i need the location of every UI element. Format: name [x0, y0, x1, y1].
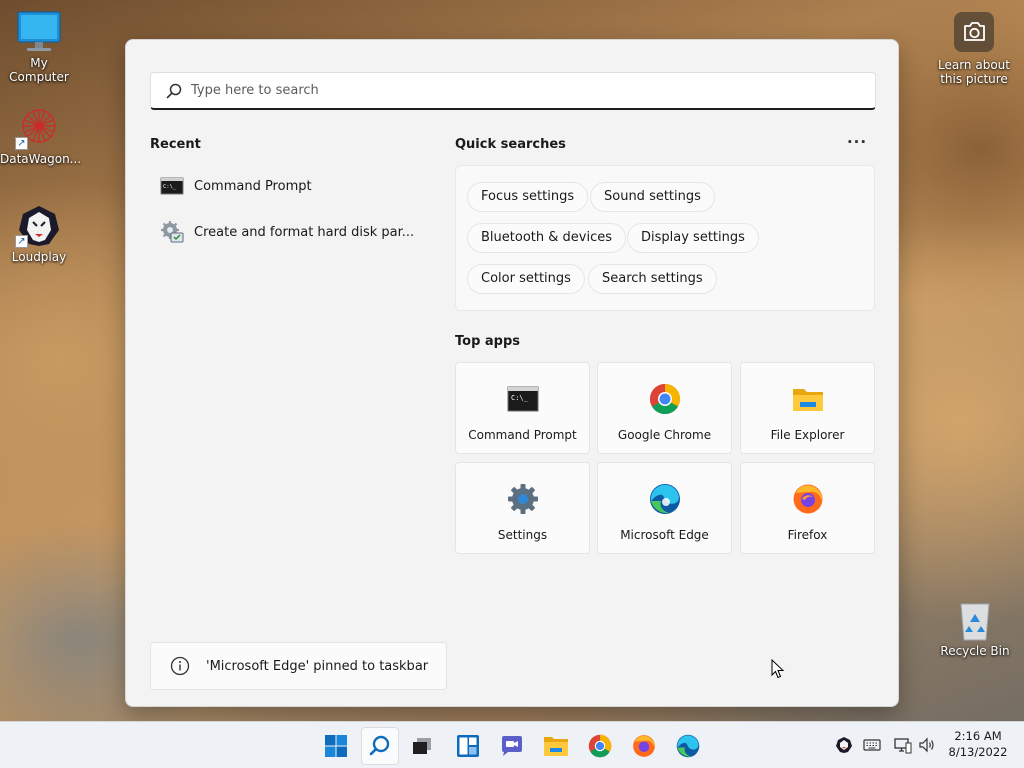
- learn-line-2: this picture: [940, 72, 1008, 86]
- chip-sound-settings[interactable]: Sound settings: [590, 182, 715, 212]
- task-view-button[interactable]: [403, 727, 441, 765]
- widgets-icon: [457, 735, 479, 757]
- firefox-icon: [633, 735, 655, 757]
- desktop-icon-datawagon[interactable]: ↗ DataWagon...: [0, 106, 82, 166]
- firefox-icon: [793, 484, 822, 514]
- desktop-icon-recycle-bin[interactable]: Recycle Bin: [936, 598, 1014, 658]
- chip-focus-settings[interactable]: Focus settings: [467, 182, 589, 212]
- chip-search-settings[interactable]: Search settings: [588, 264, 717, 294]
- taskbar: 2:16 AM 8/13/2022: [0, 721, 1024, 768]
- windows-start-icon: [325, 735, 347, 757]
- info-icon: [170, 656, 190, 676]
- app-tile-microsoft-edge[interactable]: Microsoft Edge: [597, 462, 732, 554]
- desktop-icon-label: Loudplay: [11, 250, 67, 264]
- app-tile-label: Command Prompt: [468, 428, 577, 442]
- chat-button[interactable]: [493, 727, 531, 765]
- recent-item-command-prompt[interactable]: C:\_ Command Prompt: [150, 168, 410, 204]
- app-tile-label: File Explorer: [770, 428, 845, 442]
- chrome-taskbar-button[interactable]: [581, 727, 619, 765]
- chrome-icon: [649, 384, 680, 415]
- widgets-button[interactable]: [449, 727, 487, 765]
- app-tile-file-explorer[interactable]: File Explorer: [740, 362, 875, 454]
- desktop-icon-my-computer[interactable]: My Computer: [0, 10, 78, 84]
- clock-date: 8/13/2022: [948, 745, 1008, 759]
- folder-icon: [792, 389, 823, 411]
- app-tile-label: Microsoft Edge: [620, 528, 709, 542]
- shortcut-arrow-icon: ↗: [15, 235, 28, 248]
- app-tile-google-chrome[interactable]: Google Chrome: [597, 362, 732, 454]
- start-button[interactable]: [317, 727, 355, 765]
- pinned-notification: 'Microsoft Edge' pinned to taskbar: [150, 642, 447, 690]
- recent-item-disk-management[interactable]: Create and format hard disk par...: [150, 214, 420, 250]
- svg-text:C:\_: C:\_: [511, 394, 529, 402]
- keyboard-icon[interactable]: [863, 736, 881, 754]
- more-options-button[interactable]: ···: [842, 134, 872, 156]
- camera-icon: [954, 12, 994, 52]
- chip-display-settings[interactable]: Display settings: [627, 223, 759, 253]
- recycle-bin-icon: [951, 598, 999, 642]
- edge-taskbar-button[interactable]: [669, 727, 707, 765]
- loudplay-lion-icon: ↗: [15, 204, 63, 248]
- desktop-icon-label: DataWagon...: [0, 152, 82, 166]
- search-icon: [369, 735, 390, 756]
- gear-icon: [507, 484, 538, 514]
- loudplay-icon[interactable]: [835, 736, 853, 754]
- edge-icon: [649, 484, 680, 514]
- datawagon-icon: ↗: [15, 106, 63, 150]
- file-explorer-icon: [544, 737, 568, 756]
- disk-management-icon: [161, 221, 184, 243]
- svg-text:C:\_: C:\_: [163, 184, 177, 190]
- task-view-icon: [413, 738, 431, 754]
- recent-title: Recent: [150, 137, 201, 152]
- chat-icon: [502, 736, 522, 756]
- chrome-icon: [588, 734, 612, 758]
- desktop-icon-label: Recycle Bin: [940, 644, 1010, 658]
- quick-searches-title: Quick searches: [455, 137, 566, 152]
- network-icon[interactable]: [894, 736, 912, 754]
- firefox-taskbar-button[interactable]: [625, 727, 663, 765]
- mouse-cursor-icon: [771, 659, 785, 679]
- edge-icon: [676, 734, 700, 758]
- monitor-icon: [15, 10, 63, 54]
- command-prompt-icon: C:\_: [160, 177, 184, 195]
- notification-text: 'Microsoft Edge' pinned to taskbar: [206, 658, 429, 674]
- clock-time: 2:16 AM: [954, 729, 1002, 743]
- app-tile-label: Settings: [497, 528, 548, 542]
- quick-searches-panel: Focus settings Sound settings Bluetooth …: [455, 165, 875, 311]
- search-input[interactable]: [191, 83, 791, 98]
- recent-item-label: Create and format hard disk par...: [194, 224, 415, 240]
- chip-bluetooth-devices[interactable]: Bluetooth & devices: [467, 223, 626, 253]
- app-tile-command-prompt[interactable]: C:\_ Command Prompt: [455, 362, 590, 454]
- volume-icon[interactable]: [918, 736, 936, 754]
- chip-color-settings[interactable]: Color settings: [467, 264, 585, 294]
- learn-about-picture[interactable]: Learn about this picture: [935, 12, 1013, 86]
- command-prompt-icon: C:\_: [507, 386, 538, 412]
- shortcut-arrow-icon: ↗: [15, 137, 28, 150]
- search-box[interactable]: [150, 72, 876, 110]
- search-panel: Recent C:\_ Command Prompt Create and fo…: [125, 39, 899, 707]
- app-tile-label: Google Chrome: [617, 428, 712, 442]
- clock[interactable]: 2:16 AM 8/13/2022: [942, 728, 1014, 760]
- desktop-icon-loudplay[interactable]: ↗ Loudplay: [0, 204, 78, 264]
- search-icon: [166, 83, 182, 98]
- recent-item-label: Command Prompt: [194, 178, 312, 194]
- top-apps-title: Top apps: [455, 334, 521, 349]
- file-explorer-button[interactable]: [537, 727, 575, 765]
- learn-line-1: Learn about: [938, 58, 1010, 72]
- app-tile-settings[interactable]: Settings: [455, 462, 590, 554]
- taskbar-search-button[interactable]: [361, 727, 399, 765]
- desktop-icon-label: My Computer: [9, 56, 69, 84]
- app-tile-label: Firefox: [787, 528, 828, 542]
- app-tile-firefox[interactable]: Firefox: [740, 462, 875, 554]
